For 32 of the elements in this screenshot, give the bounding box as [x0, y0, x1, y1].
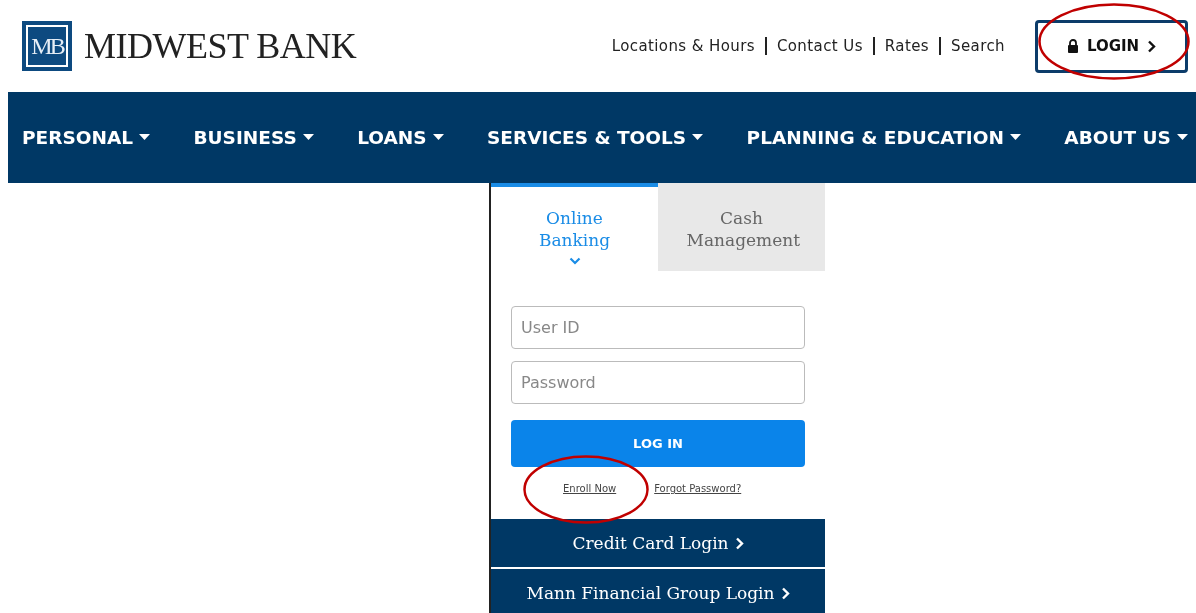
caret-icon — [432, 134, 444, 141]
chevron-icon — [1147, 39, 1157, 53]
nav-item[interactable]: PLANNING & EDUCATION — [746, 127, 1021, 148]
nav-item[interactable]: PERSONAL — [22, 127, 151, 148]
nav-item[interactable]: ABOUT US — [1064, 127, 1188, 148]
login-link-bar[interactable]: Mann Financial Group Login — [491, 569, 825, 613]
text-link[interactable]: Forgot Password? — [654, 483, 742, 519]
input-field[interactable]: User ID — [511, 306, 805, 349]
login-tab[interactable]: Cash Management — [658, 183, 825, 271]
text-link[interactable]: Enroll Now — [563, 483, 617, 519]
caret-icon — [1176, 134, 1188, 141]
chevron-icon — [780, 586, 790, 600]
bank-name: MIDWEST BANK — [84, 25, 357, 67]
nav-item[interactable]: LOANS — [357, 127, 444, 148]
lock-icon — [1066, 39, 1079, 53]
caret-icon — [302, 134, 314, 141]
nav-item[interactable]: BUSINESS — [193, 127, 314, 148]
caret-icon — [139, 134, 151, 141]
utility-link[interactable]: Locations & Hours — [611, 37, 755, 55]
nav-item[interactable]: SERVICES & TOOLS — [487, 127, 704, 148]
utility-link[interactable]: Search — [951, 37, 1005, 55]
login-button[interactable]: LOGIN — [1035, 19, 1188, 73]
chevron-down-icon — [568, 257, 581, 265]
log-in-button[interactable]: LOG IN — [511, 420, 805, 467]
login-link-bar[interactable]: Credit Card Login — [491, 519, 825, 569]
utility-link[interactable]: Rates — [884, 37, 930, 55]
chevron-icon — [734, 536, 744, 550]
utility-link[interactable]: Contact Us — [776, 37, 863, 55]
caret-icon — [692, 134, 704, 141]
input-field[interactable]: Password — [511, 361, 805, 404]
caret-icon — [1009, 134, 1021, 141]
logo-mark: MB — [22, 21, 72, 71]
